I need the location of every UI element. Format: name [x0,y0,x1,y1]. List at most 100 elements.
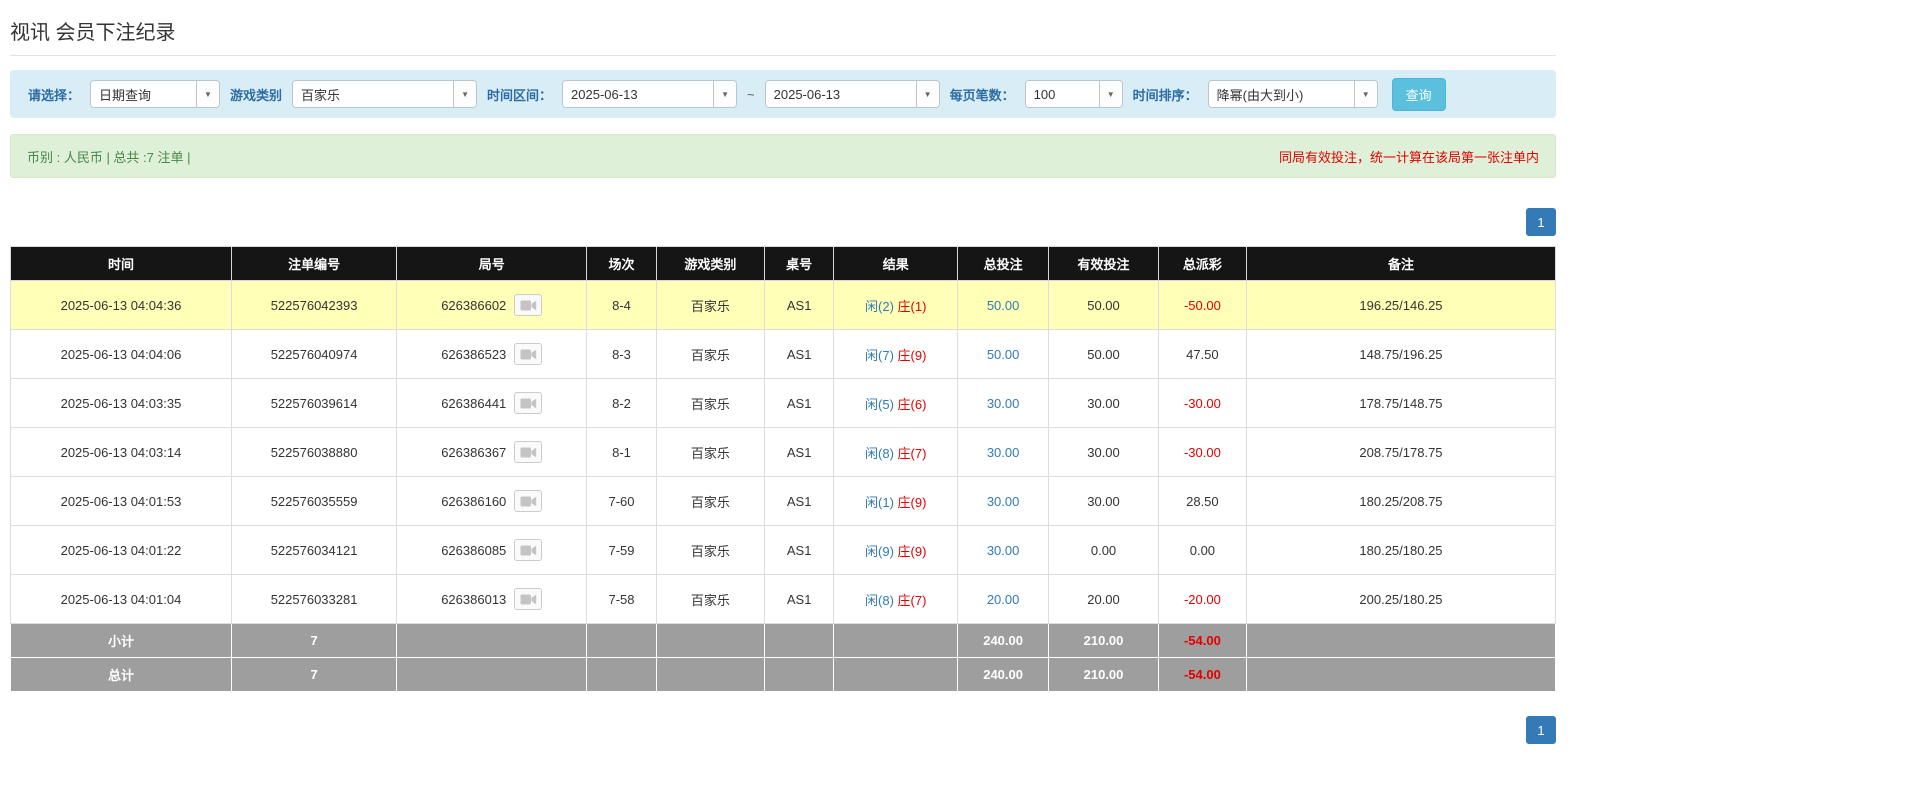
result-player: 闲(8) [865,446,894,461]
cell-game-type: 百家乐 [656,526,764,575]
result-banker: 庄(9) [898,544,927,559]
page-number-button[interactable]: 1 [1526,716,1556,744]
cell-payout: 0.00 [1158,526,1246,575]
video-replay-button[interactable] [514,490,542,512]
column-header: 有效投注 [1049,247,1159,281]
video-replay-button[interactable] [514,441,542,463]
page-size-select[interactable]: ▼ [1025,80,1123,108]
table-row: 2025-06-13 04:01:04522576033281626386013… [11,575,1556,624]
pagination-bottom: 1 [10,716,1556,744]
cell-total-bet: 50.00 [958,330,1049,379]
table-row: 2025-06-13 04:01:22522576034121 626386085… [11,526,1556,575]
cell-result: 闲(2) 庄(1) [834,281,958,330]
result-banker: 庄(6) [898,397,927,412]
result-player: 闲(8) [865,593,894,608]
cell-result: 闲(7) 庄(9) [834,330,958,379]
cell-table-number: AS1 [764,428,834,477]
cell-note: 148.75/196.25 [1246,330,1555,379]
date-range-tilde: ~ [747,87,755,102]
query-type-input[interactable] [91,81,196,107]
round-number: 626386085 [441,543,506,558]
total-bet-link[interactable]: 30.00 [987,543,1020,558]
query-type-select[interactable]: ▼ [90,80,220,108]
video-camera-icon [520,397,537,410]
column-header: 场次 [587,247,657,281]
video-replay-button[interactable] [514,343,542,365]
cell-session: 8-3 [587,330,657,379]
table-header-row: 时间注单编号局号场次游戏类别桌号结果总投注有效投注总派彩备注 [11,247,1556,281]
date-to-select[interactable]: ▼ [765,80,940,108]
table-row: 2025-06-13 04:04:36522576042393626386602… [11,281,1556,330]
cell-round-id: 626386441 [397,379,587,428]
time-sort-input[interactable] [1209,81,1354,107]
cell-payout: -20.00 [1158,575,1246,624]
result-player: 闲(9) [865,544,894,559]
result-player: 闲(7) [865,348,894,363]
video-replay-button[interactable] [514,294,542,316]
cell-session: 8-2 [587,379,657,428]
column-header: 总派彩 [1158,247,1246,281]
cell-result: 闲(1) 庄(9) [834,477,958,526]
cell-bet-id: 522576034121 [231,526,396,575]
page-container: 视讯 会员下注纪录 请选择： ▼ 游戏类别 ▼ 时间区间： ▼ ~ ▼ 每页笔数… [10,0,1556,744]
cell-time: 2025-06-13 04:01:22 [11,526,232,575]
bet-records-table: 时间注单编号局号场次游戏类别桌号结果总投注有效投注总派彩备注 2025-06-1… [10,246,1556,692]
chevron-down-icon[interactable]: ▼ [196,81,219,107]
video-replay-button[interactable] [514,392,542,414]
select-type-label: 请选择： [28,85,80,104]
date-to-input[interactable] [766,81,916,107]
time-sort-select[interactable]: ▼ [1208,80,1378,108]
cell-result: 闲(5) 庄(6) [834,379,958,428]
cell-round-id: 626386367 [397,428,587,477]
filter-bar: 请选择： ▼ 游戏类别 ▼ 时间区间： ▼ ~ ▼ 每页笔数： ▼ 时间排序： … [10,70,1556,118]
cell-time: 2025-06-13 04:01:04 [11,575,232,624]
sum-label: 总计 [11,658,232,692]
page-number-button[interactable]: 1 [1526,208,1556,236]
round-number: 626386013 [441,592,506,607]
game-type-select[interactable]: ▼ [292,80,477,108]
total-bet-link[interactable]: 30.00 [987,445,1020,460]
cell-time: 2025-06-13 04:01:53 [11,477,232,526]
round-number: 626386602 [441,298,506,313]
result-banker: 庄(1) [898,299,927,314]
chevron-down-icon[interactable]: ▼ [1099,81,1122,107]
video-camera-icon [520,544,537,557]
cell-valid-bet: 30.00 [1049,477,1159,526]
cell-bet-id: 522576040974 [231,330,396,379]
chevron-down-icon[interactable]: ▼ [713,81,736,107]
table-row: 2025-06-13 04:03:35522576039614626386441… [11,379,1556,428]
time-sort-label: 时间排序： [1133,85,1198,104]
cell-game-type: 百家乐 [656,330,764,379]
result-banker: 庄(7) [898,593,927,608]
summary-currency-count: 币别 : 人民币 | 总共 :7 注单 | [27,147,191,166]
summary-row: 小计7240.00210.00-54.00 [11,624,1556,658]
chevron-down-icon[interactable]: ▼ [1354,81,1377,107]
total-bet-link[interactable]: 50.00 [987,298,1020,313]
chevron-down-icon[interactable]: ▼ [916,81,939,107]
cell-result: 闲(9) 庄(9) [834,526,958,575]
cell-game-type: 百家乐 [656,379,764,428]
video-replay-button[interactable] [514,588,542,610]
cell-time: 2025-06-13 04:03:14 [11,428,232,477]
page-size-input[interactable] [1026,81,1099,107]
cell-payout: -30.00 [1158,379,1246,428]
result-banker: 庄(7) [898,446,927,461]
total-bet-link[interactable]: 30.00 [987,396,1020,411]
total-bet-link[interactable]: 30.00 [987,494,1020,509]
game-type-input[interactable] [293,81,453,107]
cell-note: 208.75/178.75 [1246,428,1555,477]
sum-valid-bet: 210.00 [1049,658,1159,692]
summary-note: 同局有效投注，统一计算在该局第一张注单内 [1279,147,1539,166]
video-replay-button[interactable] [514,539,542,561]
cell-bet-id: 522576039614 [231,379,396,428]
search-button[interactable]: 查询 [1392,78,1446,111]
cell-result: 闲(8) 庄(7) [834,428,958,477]
date-from-input[interactable] [563,81,713,107]
total-bet-link[interactable]: 20.00 [987,592,1020,607]
cell-session: 7-59 [587,526,657,575]
column-header: 桌号 [764,247,834,281]
chevron-down-icon[interactable]: ▼ [453,81,476,107]
page-title: 视讯 会员下注纪录 [10,8,1556,56]
total-bet-link[interactable]: 50.00 [987,347,1020,362]
date-from-select[interactable]: ▼ [562,80,737,108]
